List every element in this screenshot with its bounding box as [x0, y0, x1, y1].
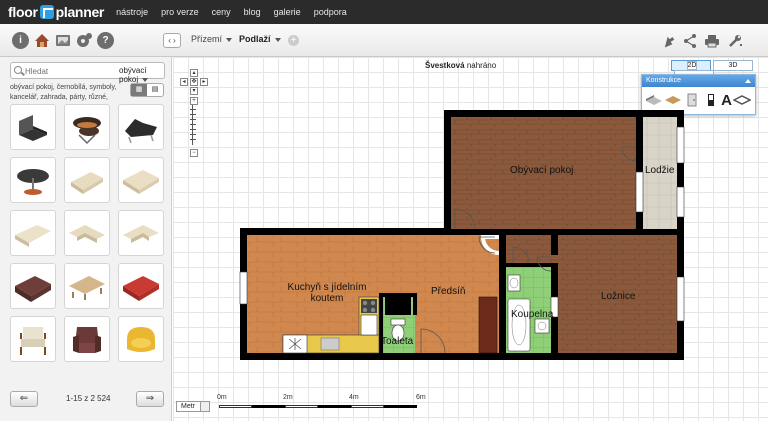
furniture-item-cream-sofa-long[interactable]: [10, 210, 56, 256]
room-label-bath[interactable]: Koupelna: [511, 309, 553, 320]
furniture-item-beige-sofa[interactable]: [64, 263, 110, 309]
grid-view-icon[interactable]: ▦: [131, 84, 147, 96]
help-icon[interactable]: ?: [97, 32, 114, 49]
furniture-sidebar: obývací pokoj obývací pokoj, černobílá, …: [0, 57, 172, 421]
info-icon[interactable]: i: [12, 32, 29, 49]
logo-text-right: planner: [55, 4, 105, 20]
print-icon[interactable]: [704, 33, 720, 49]
share-icon[interactable]: [682, 33, 698, 49]
nav-link-tools[interactable]: nástroje: [116, 7, 148, 17]
scale-label-6: 6m: [416, 394, 426, 401]
chevron-down-icon: [274, 37, 281, 42]
floor-level: Podlaží: [239, 34, 271, 44]
scale-label-2: 2m: [283, 394, 293, 401]
furniture-item-yellow-armchair[interactable]: [118, 316, 164, 362]
floor-current: Přízemí: [191, 34, 223, 44]
page-info: 1-15 z 2 524: [66, 394, 111, 403]
history-arrows-button[interactable]: ‹ ›: [163, 33, 181, 48]
next-page-button[interactable]: ⇒: [136, 391, 164, 407]
scale-bar: 0m 2m 4m 6m: [217, 394, 427, 414]
pagination: ⇐ 1-15 z 2 524 ⇒: [10, 391, 165, 407]
chevron-down-icon: [142, 77, 149, 82]
furniture-item-cream-sofa-2[interactable]: [118, 157, 164, 203]
search-input[interactable]: [25, 65, 105, 77]
room-label-living[interactable]: Obývací pokoj: [510, 165, 573, 176]
level-selector[interactable]: Podlaží: [239, 34, 281, 44]
top-navigation: floor planner nástroje pro verze ceny bl…: [0, 0, 768, 24]
furniture-item-black-chair[interactable]: [10, 104, 56, 150]
nav-link-pro[interactable]: pro verze: [161, 7, 199, 17]
prev-page-button[interactable]: ⇐: [10, 391, 38, 407]
room-label-bedroom[interactable]: Ložnice: [601, 291, 635, 302]
settings-wrench-icon[interactable]: [727, 33, 743, 49]
chevron-down-icon[interactable]: [200, 401, 210, 412]
nav-link-blog[interactable]: blog: [244, 7, 261, 17]
furniture-grid: [10, 104, 166, 364]
scale-label-4: 4m: [349, 394, 359, 401]
share-export-icon[interactable]: [660, 33, 676, 49]
photo-icon[interactable]: [54, 32, 72, 49]
category-select[interactable]: obývací pokoj: [119, 66, 164, 84]
nav-link-gallery[interactable]: galerie: [274, 7, 301, 17]
gear-icon[interactable]: [75, 32, 93, 49]
scale-label-0: 0m: [217, 394, 227, 401]
room-label-hall[interactable]: Předsíň: [431, 286, 465, 297]
chevron-down-icon: [226, 37, 233, 42]
room-label-loggia[interactable]: Lodžie: [645, 165, 674, 176]
nav-link-pricing[interactable]: ceny: [212, 7, 231, 17]
room-label-toilet[interactable]: Toaleta: [381, 336, 413, 347]
house-icon[interactable]: [33, 32, 51, 49]
logo-mark-icon: [39, 5, 54, 19]
room-label-kitchen[interactable]: Kuchyň s jídelním koutem: [277, 282, 377, 304]
view-toggle: ▦ ▤: [130, 83, 164, 97]
floor-hall-upper: [506, 235, 558, 265]
furniture-item-brown-armchair[interactable]: [64, 316, 110, 362]
wardrobe: [478, 296, 498, 354]
tag-list[interactable]: obývací pokoj, černobílá, symboly, kance…: [10, 83, 128, 103]
furniture-item-brown-sofa[interactable]: [10, 263, 56, 309]
floor-selector[interactable]: Přízemí: [191, 34, 233, 44]
furniture-item-corner-sofa-2[interactable]: [118, 210, 164, 256]
search-icon: [14, 66, 22, 74]
nav-link-support[interactable]: podpora: [314, 7, 347, 17]
furniture-item-round-table[interactable]: [10, 157, 56, 203]
floor-plan[interactable]: [173, 57, 768, 397]
search-box: obývací pokoj: [10, 62, 165, 84]
add-floor-button[interactable]: +: [288, 35, 299, 46]
nav-links: nástroje pro verze ceny blog galerie pod…: [116, 7, 360, 17]
toolbar: i ? ‹ › Přízemí Podlaží +: [0, 24, 768, 57]
logo[interactable]: floor planner: [8, 4, 104, 20]
furniture-item-lounge-chair[interactable]: [64, 104, 110, 150]
list-view-icon[interactable]: ▤: [147, 84, 163, 96]
furniture-item-red-sofa[interactable]: [118, 263, 164, 309]
floorplan-canvas[interactable]: Švestková nahráno ▴ ◂ ✥ ▸ ▾ + − 2D 3D Ko…: [173, 57, 768, 421]
furniture-item-wooden-armchair[interactable]: [10, 316, 56, 362]
furniture-item-corner-sofa[interactable]: [64, 210, 110, 256]
furniture-item-cream-sofa[interactable]: [64, 157, 110, 203]
logo-text-left: floor: [8, 4, 38, 20]
furniture-item-recliner[interactable]: [118, 104, 164, 150]
